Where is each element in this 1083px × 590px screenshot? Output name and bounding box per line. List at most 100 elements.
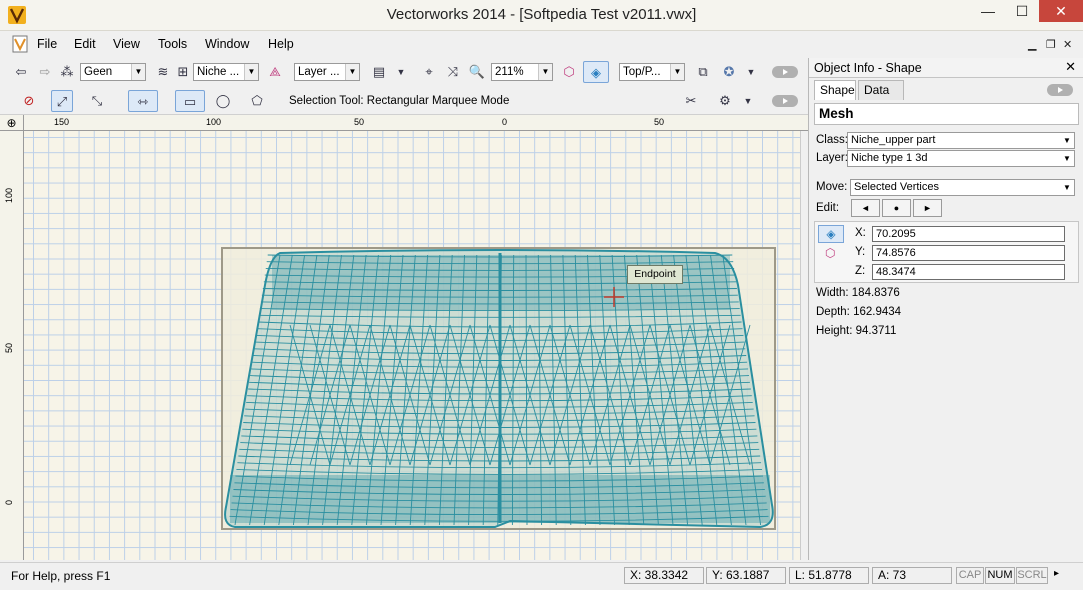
width-value: Width: 184.8376: [816, 287, 900, 299]
mesh-object[interactable]: [220, 245, 780, 535]
render-settings-icon[interactable]: ✪: [718, 61, 740, 83]
ruler-label: 100: [206, 117, 222, 127]
x-field[interactable]: 70.2095: [872, 226, 1065, 242]
gear-icon[interactable]: ⚙: [714, 90, 736, 112]
zoom-combo-value: 211%: [495, 66, 524, 78]
ruler-label: 0: [4, 499, 14, 505]
height-value: Height: 94.3711: [816, 325, 897, 337]
tool-dropdown-icon[interactable]: ▼: [737, 90, 759, 112]
move-value: Selected Vertices: [854, 181, 939, 193]
view-combo-value: Top/P...: [623, 66, 661, 78]
chevron-down-icon: ▼: [131, 64, 145, 80]
tool-mode-text: Selection Tool: Rectangular Marquee Mode: [289, 95, 510, 107]
zoom-icon[interactable]: 🔍: [466, 61, 488, 83]
mdi-restore-button[interactable]: ❐: [1046, 38, 1056, 51]
layers-icon[interactable]: ≋: [152, 61, 174, 83]
class-options-icon[interactable]: ⁂: [56, 61, 78, 83]
flyover-icon[interactable]: ⤨: [442, 61, 464, 83]
z-label: Z:: [855, 265, 866, 277]
shape-pane: Mesh Class: Niche_upper part ▼ Layer: Ni…: [814, 101, 1079, 560]
drawing-area[interactable]: ⊕ 150 100 50 0 50 100 50 0 Endpoint: [0, 115, 808, 560]
standard-views-icon[interactable]: ⌖: [418, 61, 440, 83]
move-dropdown[interactable]: Selected Vertices ▼: [850, 179, 1075, 196]
sheet-icon[interactable]: ▤: [368, 61, 390, 83]
class-dropdown[interactable]: Niche_upper part ▼: [847, 132, 1075, 149]
close-button[interactable]: ✕: [1039, 0, 1083, 22]
layer-label: Layer:: [816, 152, 848, 164]
caps-lock-indicator: CAP: [956, 567, 984, 584]
menu-bar: File Edit View Tools Window Help: [0, 31, 808, 57]
mdi-close-button[interactable]: ✕: [1063, 38, 1072, 51]
vertex-coordinates-box: ◈ ⬡ X: 70.2095 Y: 74.8576 Z: 48.3474: [814, 221, 1079, 283]
class-combo[interactable]: Geen ▼: [80, 63, 146, 81]
minimize-button[interactable]: —: [971, 0, 1005, 22]
stack-layers-icon[interactable]: ⧉: [692, 61, 714, 83]
lasso-marquee-icon[interactable]: ◯: [212, 90, 234, 112]
chevron-down-icon: ▼: [345, 64, 359, 80]
zoom-combo[interactable]: 211% ▼: [491, 63, 553, 81]
layer-dropdown[interactable]: Niche type 1 3d ▼: [847, 150, 1075, 167]
layer-class-combo-value: Niche ...: [197, 66, 240, 78]
chevron-down-icon: ▼: [1063, 183, 1071, 192]
status-angle: A: 73: [872, 567, 952, 584]
next-vertex-button[interactable]: ►: [913, 199, 942, 217]
projection-icon[interactable]: ◈: [583, 61, 609, 83]
layer-class-combo[interactable]: Niche ... ▼: [193, 63, 259, 81]
single-object-mode-icon[interactable]: ⤢: [51, 90, 73, 112]
plane-icon[interactable]: ⬡: [825, 246, 835, 260]
render-mode-icon[interactable]: ⬡: [558, 61, 580, 83]
no-snap-icon[interactable]: ⊘: [18, 90, 40, 112]
polygon-marquee-icon[interactable]: ⬠: [246, 90, 268, 112]
active-class-icon[interactable]: ⟁: [264, 61, 286, 83]
mdi-minimize-button[interactable]: ▁: [1028, 38, 1036, 51]
snap-settings-icon[interactable]: ✂: [680, 90, 702, 112]
layer-options-icon[interactable]: ⊞: [172, 61, 194, 83]
z-field[interactable]: 48.3474: [872, 264, 1065, 280]
class-label: Class:: [816, 134, 848, 146]
rectangular-marquee-icon[interactable]: ▭: [175, 90, 205, 112]
status-scroll-right-icon[interactable]: ▸: [1054, 568, 1059, 579]
forward-arrow-icon[interactable]: ⇨: [34, 61, 56, 83]
view-combo[interactable]: Top/P... ▼: [619, 63, 685, 81]
ruler-label: 50: [4, 342, 14, 353]
layer-combo[interactable]: Layer ... ▼: [294, 63, 360, 81]
menu-help[interactable]: Help: [268, 37, 294, 51]
status-y: Y: 63.1887: [706, 567, 786, 584]
back-arrow-icon[interactable]: ⇦: [10, 61, 32, 83]
render-dropdown-icon[interactable]: ▼: [740, 61, 762, 83]
layer-value: Niche type 1 3d: [851, 152, 928, 164]
object-info-palette: Object Info - Shape ✕ Shape Data Mesh Cl…: [808, 58, 1083, 560]
multi-object-mode-icon[interactable]: ⤡: [86, 90, 108, 112]
palette-header: Object Info - Shape ✕: [809, 58, 1083, 78]
document-icon[interactable]: [12, 35, 28, 53]
menu-view[interactable]: View: [113, 37, 140, 51]
tool-bar: ⊘ ⤢ ⤡ ⇿ ▭ ◯ ⬠ Selection Tool: Rectangula…: [0, 87, 808, 115]
ruler-origin-icon[interactable]: ⊕: [0, 115, 24, 131]
palette-menu-icon[interactable]: [1047, 84, 1073, 96]
menu-edit[interactable]: Edit: [74, 37, 96, 51]
vertical-ruler[interactable]: 100 50 0: [0, 131, 24, 560]
maximize-button[interactable]: ☐: [1005, 0, 1039, 22]
toolbar-overflow-icon[interactable]: [772, 95, 798, 107]
menu-window[interactable]: Window: [205, 37, 249, 51]
current-vertex-button[interactable]: ●: [882, 199, 911, 217]
view-bar: ⇦ ⇨ ⁂ Geen ▼ ≋ ⊞ Niche ... ▼ ⟁ Layer ...…: [0, 58, 808, 86]
tab-shape[interactable]: Shape: [814, 80, 856, 100]
y-field[interactable]: 74.8576: [872, 245, 1065, 261]
horizontal-ruler[interactable]: 150 100 50 0 50: [24, 115, 808, 131]
window-title: Vectorworks 2014 - [Softpedia Test v2011…: [386, 6, 697, 23]
depth-value: Depth: 162.9434: [816, 306, 902, 318]
toolbar-overflow-icon[interactable]: [772, 66, 798, 78]
sheet-dropdown-icon[interactable]: ▼: [390, 61, 412, 83]
previous-vertex-button[interactable]: ◄: [851, 199, 880, 217]
x-label: X:: [855, 227, 866, 239]
resize-mode-icon[interactable]: ⇿: [128, 90, 158, 112]
class-value: Niche_upper part: [851, 134, 936, 146]
close-icon[interactable]: ✕: [1065, 59, 1076, 75]
menu-file[interactable]: File: [37, 37, 57, 51]
tab-data[interactable]: Data: [858, 80, 904, 100]
vertical-scrollbar[interactable]: [800, 131, 808, 560]
menu-tools[interactable]: Tools: [158, 37, 187, 51]
projection-icon[interactable]: ◈: [818, 225, 844, 243]
chevron-down-icon: ▼: [1063, 136, 1071, 145]
